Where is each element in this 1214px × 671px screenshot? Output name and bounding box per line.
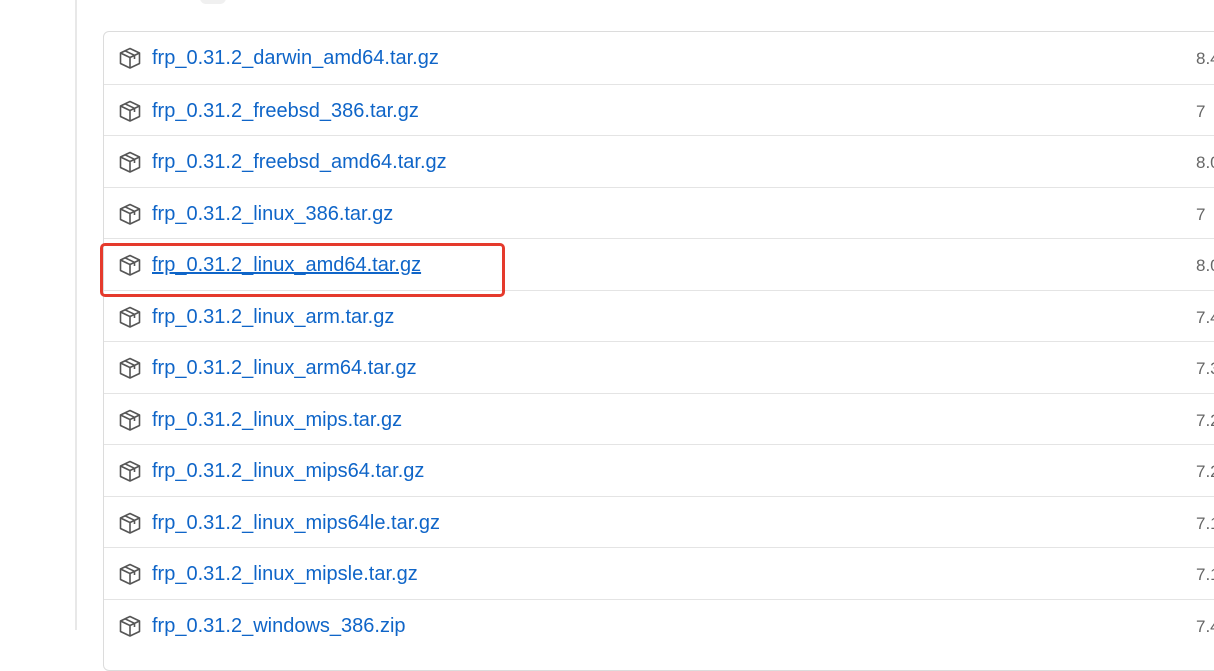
package-icon [118, 511, 142, 535]
asset-download-link[interactable]: frp_0.31.2_linux_mips64le.tar.gz [152, 511, 440, 535]
page-left-border [75, 0, 77, 630]
asset-row: frp_0.31.2_linux_386.tar.gz 7 [104, 186, 1214, 239]
package-icon [118, 356, 142, 380]
asset-size: 7.2 [1196, 462, 1214, 481]
asset-download-link[interactable]: frp_0.31.2_freebsd_386.tar.gz [152, 99, 419, 123]
asset-row: frp_0.31.2_windows_386.zip 7.4 [104, 598, 1214, 651]
asset-size: 7.3 [1196, 359, 1214, 378]
release-assets-list: frp_0.31.2_darwin_amd64.tar.gz8.4frp_0.3… [103, 31, 1214, 671]
asset-download-link[interactable]: frp_0.31.2_darwin_amd64.tar.gz [152, 46, 439, 70]
asset-row: frp_0.31.2_freebsd_amd64.tar.gz 8.0 [104, 135, 1214, 187]
asset-size: 8.4 [1196, 49, 1214, 68]
asset-row: frp_0.31.2_darwin_amd64.tar.gz 8.4 [104, 32, 1214, 84]
asset-row: frp_0.31.2_linux_mips.tar.gz 7.2 [104, 392, 1214, 445]
asset-row: frp_0.31.2_linux_mipsle.tar.gz 7.1 [104, 547, 1214, 599]
asset-download-link[interactable]: frp_0.31.2_linux_arm.tar.gz [152, 305, 394, 329]
asset-size: 7.4 [1196, 307, 1214, 327]
asset-size: 7.1 [1196, 513, 1214, 533]
asset-row: frp_0.31.2_freebsd_386.tar.gz 7 [104, 83, 1214, 136]
asset-download-link[interactable]: frp_0.31.2_freebsd_amd64.tar.gz [152, 150, 447, 174]
package-icon [118, 614, 142, 638]
package-icon [118, 46, 142, 70]
top-toolbar-stub [200, 0, 226, 4]
package-icon [118, 253, 142, 277]
package-icon [118, 459, 142, 483]
asset-size: 7.1 [1196, 565, 1214, 584]
asset-size: 7 [1196, 204, 1206, 224]
package-icon [118, 99, 142, 123]
asset-size: 7.4 [1196, 616, 1214, 636]
package-icon [118, 150, 142, 174]
asset-size: 8.0 [1196, 256, 1214, 275]
package-icon [118, 202, 142, 226]
asset-download-link[interactable]: frp_0.31.2_linux_amd64.tar.gz [152, 253, 421, 277]
asset-download-link[interactable]: frp_0.31.2_linux_arm64.tar.gz [152, 356, 417, 380]
asset-download-link[interactable]: frp_0.31.2_linux_mips.tar.gz [152, 408, 402, 432]
asset-download-link[interactable]: frp_0.31.2_linux_mipsle.tar.gz [152, 562, 418, 586]
asset-size: 8.0 [1196, 153, 1214, 172]
package-icon [118, 408, 142, 432]
package-icon [118, 562, 142, 586]
asset-row: frp_0.31.2_linux_amd64.tar.gz 8.0 [104, 238, 1214, 290]
asset-row: frp_0.31.2_linux_mips64.tar.gz 7.2 [104, 444, 1214, 496]
package-icon [118, 305, 142, 329]
asset-download-link[interactable]: frp_0.31.2_linux_mips64.tar.gz [152, 459, 424, 483]
asset-row: frp_0.31.2_linux_arm.tar.gz 7.4 [104, 289, 1214, 342]
asset-size: 7.2 [1196, 410, 1214, 430]
asset-download-link[interactable]: frp_0.31.2_windows_386.zip [152, 614, 406, 638]
asset-download-link[interactable]: frp_0.31.2_linux_386.tar.gz [152, 202, 393, 226]
asset-size: 7 [1196, 101, 1206, 121]
asset-row: frp_0.31.2_linux_arm64.tar.gz 7.3 [104, 341, 1214, 393]
asset-row: frp_0.31.2_linux_mips64le.tar.gz 7.1 [104, 495, 1214, 548]
